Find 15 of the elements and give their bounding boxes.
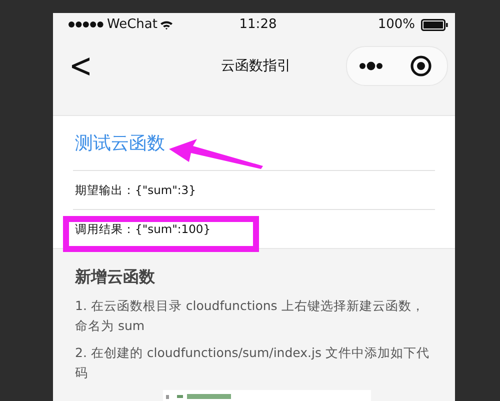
battery-percent: 100% [378, 17, 415, 32]
back-button[interactable]: < [65, 48, 96, 82]
result-text: 期望输出：{"sum":3} [75, 182, 196, 198]
step-text: 1. 在云函数根目录 cloudfunctions 上右键选择新建云函数，命名为 sum [75, 297, 426, 335]
signal-icon [68, 21, 104, 28]
step-text: 2. 在创建的 cloudfunctions/sum/index.js 文件中添加如下代码 [75, 344, 430, 382]
result-text: 调用结果：{"sum":100} [75, 222, 211, 236]
section-heading: 新增云函数 [75, 267, 156, 288]
more-icon[interactable] [359, 60, 383, 70]
status-time: 11:28 [239, 17, 277, 32]
carrier-name: WeChat [107, 17, 158, 32]
battery-icon [421, 18, 448, 30]
wifi-icon [160, 20, 174, 30]
page-title: 云函数指引 [221, 56, 292, 74]
close-icon[interactable] [410, 54, 432, 76]
